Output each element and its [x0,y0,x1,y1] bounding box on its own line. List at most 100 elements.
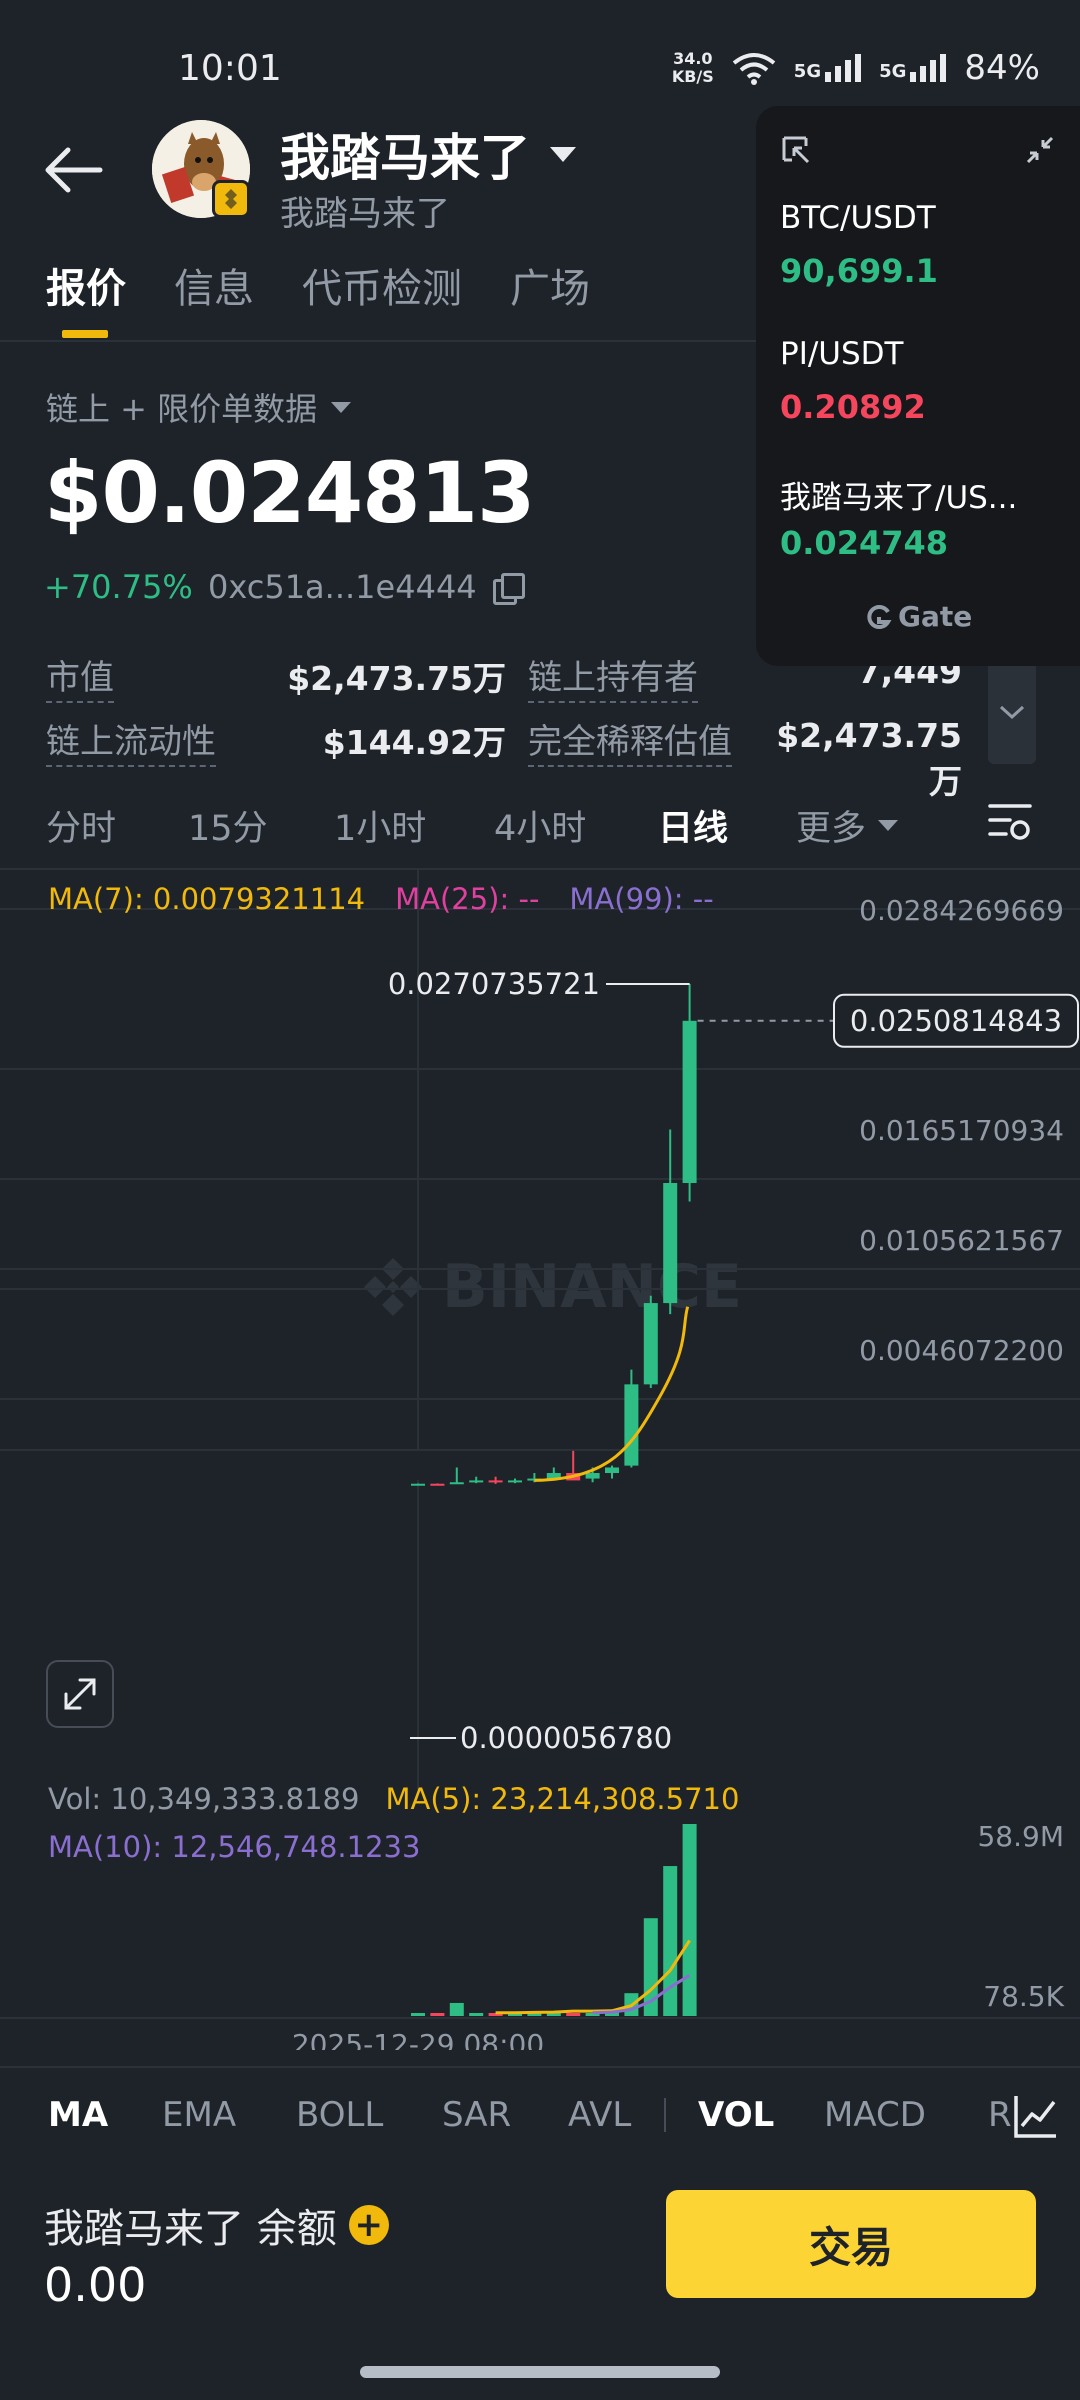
y-tick-label: 0.0284269669 [859,894,1064,927]
volume-bar [566,2013,581,2016]
indicator-vol[interactable]: VOL [698,2095,824,2135]
status-icons: 34.0 KB/S 5G 5G 84% [672,48,1040,88]
tab-token-check[interactable]: 代币检测 [302,256,462,314]
tab-square[interactable]: 广场 [510,256,590,314]
ma99-legend: MA(99): -- [569,882,714,916]
ma25-legend: MA(25): -- [395,882,540,916]
tab-quote[interactable]: 报价 [46,256,126,314]
y-tick-label: 0.0165170934 [859,1114,1064,1147]
current-price-label: 0.0250814843 [850,1004,1062,1038]
ma7-line [534,1306,690,1482]
chevron-down-icon [999,705,1025,720]
market-cap-label: 市值 [46,650,114,703]
contract-address-text: 0xc51a...1e4444 [208,568,477,606]
data-source-label: 链上 + 限价单数据 [46,390,318,428]
network-speed: 34.0 KB/S [672,50,714,86]
gate-brand-text: Gate [898,600,973,633]
expand-stats-button[interactable] [988,660,1036,764]
token-name: 我踏马来了 [280,129,530,187]
candle-body [585,1473,600,1479]
ma7-legend: MA(7): 0.0079321114 [48,882,366,916]
candle-body [605,1467,619,1474]
battery-level: 84% [964,48,1040,88]
float-pair-price: 0.20892 [780,388,926,426]
candle-body [488,1480,503,1483]
add-icon[interactable]: + [348,2205,389,2245]
fullscreen-button[interactable] [46,1660,114,1728]
timeframe-4h[interactable]: 4小时 [494,800,658,851]
float-pair-price: 0.024748 [780,524,949,562]
float-pair-name: BTC/USDT [780,200,936,236]
token-subtitle: 我踏马来了 [280,194,450,234]
indicator-boll[interactable]: BOLL [296,2095,442,2135]
data-source-selector[interactable]: 链上 + 限价单数据 [46,384,352,430]
timeframe-15m[interactable]: 15分 [188,800,334,851]
volume-chart[interactable]: 58.9M 78.5K 2025-12-29 08:00 [0,1790,1080,2050]
collapse-icon[interactable] [1024,134,1056,166]
candle-body [682,1020,697,1184]
y-tick-label: 0.0046072200 [859,1334,1064,1367]
floating-price-widget[interactable]: BTC/USDT 90,699.1 PI/USDT 0.20892 我踏马来了/… [756,106,1080,666]
vol-ma5-line [495,1939,691,2015]
liquidity-value: $144.92万 [322,723,506,762]
caret-down-icon [331,401,352,413]
indicator-bar: MA EMA BOLL SAR AVL VOL MACD R [0,2080,1080,2150]
high-price-label: 0.0270735721 [388,967,600,1001]
volume-bar [663,1866,678,2016]
float-pair-name: 我踏马来了/US... [780,480,1018,516]
chart-line-icon [1014,2096,1056,2138]
holders-label: 链上持有者 [528,650,698,703]
indicator-avl[interactable]: AVL [568,2095,664,2135]
candle-body [430,1483,445,1486]
candle-body [624,1384,639,1466]
tab-active-indicator [62,330,108,338]
market-cap-value: $2,473.75万 [287,659,506,698]
y-tick-label: 0.0105621567 [859,1224,1064,1257]
contract-address[interactable]: 0xc51a...1e4444 [208,568,525,606]
volume-bar [469,2013,484,2016]
sim2-label: 5G [879,61,907,82]
liquidity-label: 链上流动性 [46,714,216,767]
indicator-ma[interactable]: MA [48,2095,162,2135]
gate-brand: Gate [866,600,972,633]
timeframe-1h[interactable]: 1小时 [334,800,494,851]
timeframe-more[interactable]: 更多 [796,800,899,851]
home-indicator[interactable] [360,2366,720,2378]
price-chart[interactable]: 0.02842696690.02247203010.01651709340.01… [0,870,1080,1790]
expand-icon [64,1678,96,1710]
indicator-separator [664,2098,666,2132]
trade-button[interactable]: 交易 [666,2190,1036,2298]
fdv-value: $2,473.75万 [776,716,962,801]
balance-label-text: 我踏马来了 余额 [44,2206,337,2252]
copy-icon[interactable] [492,573,525,605]
indicators-divider [0,2066,1080,2068]
candle-body [663,1183,678,1304]
current-price: $0.024813 [44,444,535,542]
indicator-ema[interactable]: EMA [162,2095,296,2135]
return-to-app-icon[interactable] [780,134,812,166]
vol-min-label: 78.5K [983,1980,1064,2013]
timeframe-bar: 分时 15分 1小时 4小时 日线 更多 [46,800,899,851]
float-pair-price: 90,699.1 [780,252,938,290]
x-axis-label: 2025-12-29 08:00 [292,2028,544,2050]
back-arrow-icon[interactable] [40,140,110,200]
net-speed-value: 34.0 [673,49,713,68]
token-selector[interactable]: 我踏马来了 [280,118,576,190]
timeframe-line[interactable]: 分时 [46,800,188,851]
low-price-label: 0.0000056780 [460,1721,672,1755]
volume-bar [411,2013,425,2016]
indicator-settings-button[interactable] [1012,2092,1068,2148]
sim1-label: 5G [793,61,822,82]
tab-info[interactable]: 信息 [174,256,254,314]
indicator-macd[interactable]: MACD [824,2095,988,2135]
vol-max-label: 58.9M [977,1820,1064,1853]
ma-legend: MA(7): 0.0079321114 MA(25): -- MA(99): -… [48,882,714,916]
chart-settings-icon[interactable] [986,800,1034,844]
net-speed-unit: KB/S [671,67,714,86]
balance-label: 我踏马来了 余额 + [44,2196,389,2254]
timeframe-1d[interactable]: 日线 [658,800,796,851]
indicator-sar[interactable]: SAR [442,2095,568,2135]
volume-bar [430,2013,445,2016]
signal-sim2-icon: 5G [879,54,947,82]
status-time: 10:01 [178,48,282,89]
